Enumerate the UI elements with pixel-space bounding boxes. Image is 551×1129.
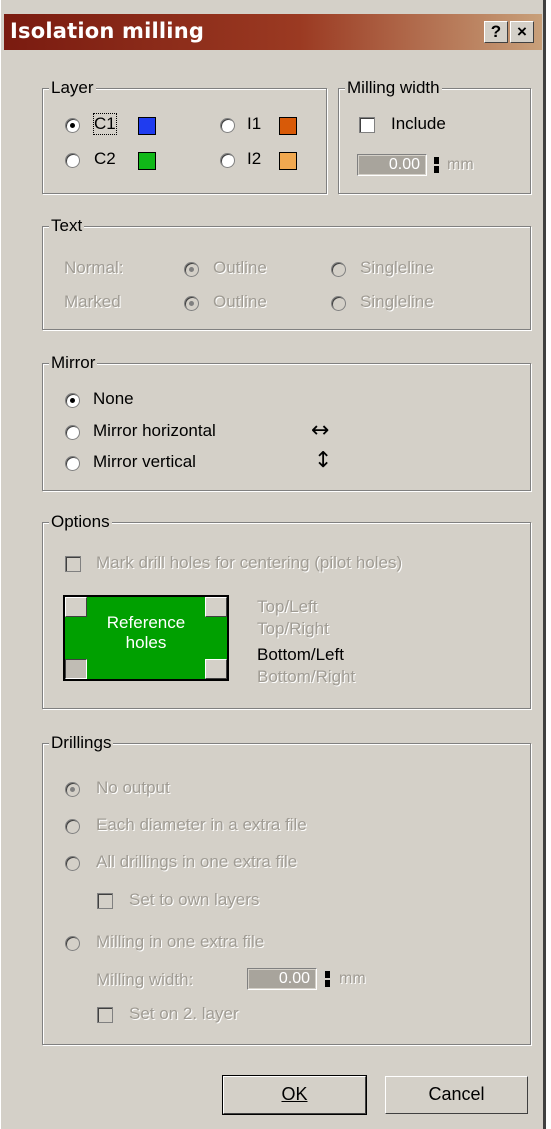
horizontal-arrow-icon: ↔: [311, 418, 330, 443]
text-normal-singleline-radio[interactable]: [331, 262, 346, 277]
layer-c2-radio[interactable]: [65, 153, 80, 168]
options-legend: Options: [49, 512, 112, 532]
mirror-horizontal-label: Mirror horizontal: [93, 421, 216, 440]
layer-c1-label: C1: [93, 113, 117, 135]
drill-milling-width-spinner[interactable]: [325, 971, 330, 987]
mirror-none-radio[interactable]: [65, 393, 80, 408]
set-on-2-layer-label: Set on 2. layer: [129, 1004, 239, 1023]
drill-each-diameter-radio[interactable]: [65, 819, 80, 834]
layer-group: Layer: [42, 78, 327, 194]
mark-drill-holes-label: Mark drill holes for centering (pilot ho…: [96, 553, 403, 572]
text-marked-outline-radio[interactable]: [184, 296, 199, 311]
mirror-none-label: None: [93, 389, 134, 408]
layer-legend: Layer: [49, 78, 96, 98]
include-label: Include: [391, 114, 446, 133]
ok-button-label: OK: [281, 1084, 308, 1104]
milling-width-input[interactable]: 0.00: [357, 154, 427, 176]
drill-all-in-one-label: All drillings in one extra file: [96, 852, 298, 871]
text-marked-singleline-radio[interactable]: [331, 296, 346, 311]
drillings-legend: Drillings: [49, 733, 114, 753]
drill-milling-one-radio[interactable]: [65, 936, 80, 951]
ok-button[interactable]: OK: [222, 1075, 367, 1115]
text-marked-singleline-label: Singleline: [360, 292, 434, 311]
cancel-button-label: Cancel: [428, 1084, 485, 1104]
layer-i2-radio[interactable]: [220, 153, 235, 168]
reference-holes-text: Reference holes: [65, 613, 227, 653]
layer-i2-color-swatch: [279, 152, 297, 170]
mirror-horizontal-radio[interactable]: [65, 425, 80, 440]
text-marked-label: Marked: [64, 292, 121, 311]
drill-each-diameter-label: Each diameter in a extra file: [96, 815, 307, 834]
drill-no-output-radio[interactable]: [65, 782, 80, 797]
window-title: Isolation milling: [10, 19, 205, 43]
layer-c2-label: C2: [94, 149, 116, 168]
mark-drill-holes-checkbox[interactable]: [65, 556, 81, 572]
drill-no-output-label: No output: [96, 778, 170, 797]
text-marked-outline-label: Outline: [213, 292, 267, 311]
title-bar[interactable]: Isolation milling ? ×: [4, 14, 542, 50]
text-group: Text: [42, 216, 531, 330]
drill-milling-width-label: Milling width:: [96, 970, 194, 989]
text-normal-label: Normal:: [64, 258, 124, 277]
drill-milling-width-input[interactable]: 0.00: [247, 968, 317, 990]
layer-c1-radio[interactable]: [65, 118, 80, 133]
text-normal-singleline-label: Singleline: [360, 258, 434, 277]
milling-width-value: 0.00: [388, 156, 420, 173]
milling-width-group: Milling width: [338, 78, 531, 194]
close-button[interactable]: ×: [510, 21, 534, 43]
corner-bottom-left-button[interactable]: [65, 659, 87, 679]
corner-bottom-right-label: Bottom/Right: [257, 667, 356, 686]
corner-bottom-left-label: Bottom/Left: [257, 645, 344, 664]
milling-width-unit: mm: [447, 156, 474, 173]
mirror-vertical-label: Mirror vertical: [93, 452, 196, 471]
drill-milling-width-unit: mm: [339, 970, 366, 987]
help-button[interactable]: ?: [484, 21, 508, 43]
layer-i1-color-swatch: [279, 117, 297, 135]
layer-c1-color-swatch: [138, 117, 156, 135]
vertical-arrow-icon: ↕: [314, 448, 333, 473]
reference-holes-line1: Reference: [106, 613, 186, 632]
set-own-layers-label: Set to own layers: [129, 890, 260, 909]
layer-i1-radio[interactable]: [220, 118, 235, 133]
mirror-vertical-radio[interactable]: [65, 456, 80, 471]
corner-bottom-right-button[interactable]: [205, 659, 227, 679]
layer-i1-label: I1: [247, 114, 262, 133]
text-normal-outline-label: Outline: [213, 258, 267, 277]
text-normal-outline-radio[interactable]: [184, 262, 199, 277]
drill-all-in-one-radio[interactable]: [65, 856, 80, 871]
isolation-milling-dialog: Isolation milling ? × Layer C1 I1 C2 I2 …: [0, 0, 546, 1129]
reference-holes-line2: holes: [125, 633, 167, 652]
corner-top-left-label: Top/Left: [257, 597, 318, 616]
reference-holes-board: Reference holes: [63, 595, 229, 681]
drill-milling-one-label: Milling in one extra file: [96, 932, 265, 951]
mirror-legend: Mirror: [49, 353, 98, 373]
milling-width-spinner[interactable]: [434, 157, 439, 173]
layer-c2-color-swatch: [138, 152, 156, 170]
set-on-2-layer-checkbox[interactable]: [97, 1007, 113, 1023]
set-own-layers-checkbox[interactable]: [97, 893, 113, 909]
text-legend: Text: [49, 216, 85, 236]
include-checkbox[interactable]: [359, 117, 375, 133]
milling-width-legend: Milling width: [345, 78, 442, 98]
layer-i2-label: I2: [247, 149, 262, 168]
drill-milling-width-value: 0.00: [278, 970, 310, 987]
corner-top-right-label: Top/Right: [257, 619, 329, 638]
cancel-button[interactable]: Cancel: [385, 1076, 528, 1114]
